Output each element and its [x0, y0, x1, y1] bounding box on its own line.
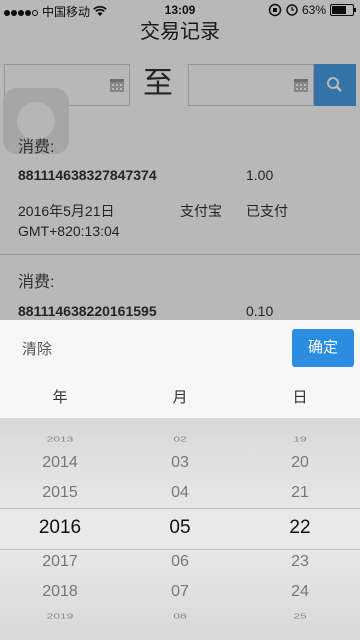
- month-option-selected[interactable]: 05: [120, 517, 240, 539]
- month-option[interactable]: 02: [120, 435, 240, 443]
- month-column-header: 月: [120, 378, 240, 418]
- day-option[interactable]: 19: [240, 435, 360, 443]
- year-option[interactable]: 2015: [0, 484, 120, 502]
- year-column-header: 年: [0, 378, 120, 418]
- year-option[interactable]: 2013: [0, 435, 120, 443]
- year-option[interactable]: 2014: [0, 454, 120, 472]
- month-option[interactable]: 08: [120, 612, 240, 620]
- year-option[interactable]: 2017: [0, 553, 120, 571]
- month-option[interactable]: 07: [120, 583, 240, 601]
- month-option[interactable]: 03: [120, 454, 240, 472]
- year-option-selected[interactable]: 2016: [0, 517, 120, 539]
- year-option[interactable]: 2018: [0, 583, 120, 601]
- day-option[interactable]: 23: [240, 553, 360, 571]
- day-option[interactable]: 21: [240, 484, 360, 502]
- day-option[interactable]: 24: [240, 583, 360, 601]
- month-option[interactable]: 06: [120, 553, 240, 571]
- day-option-selected[interactable]: 22: [240, 517, 360, 539]
- clear-button[interactable]: 清除: [22, 338, 52, 359]
- date-picker: 清除 确定 年 月 日 2013 2014 2015 2016 2017 201…: [0, 320, 360, 640]
- picker-toolbar: 清除 确定: [0, 320, 360, 379]
- confirm-button[interactable]: 确定: [292, 329, 354, 367]
- day-option[interactable]: 25: [240, 612, 360, 620]
- day-column-header: 日: [240, 378, 360, 418]
- month-option[interactable]: 04: [120, 484, 240, 502]
- day-option[interactable]: 20: [240, 454, 360, 472]
- year-option[interactable]: 2019: [0, 612, 120, 620]
- modal-backdrop[interactable]: [0, 0, 360, 320]
